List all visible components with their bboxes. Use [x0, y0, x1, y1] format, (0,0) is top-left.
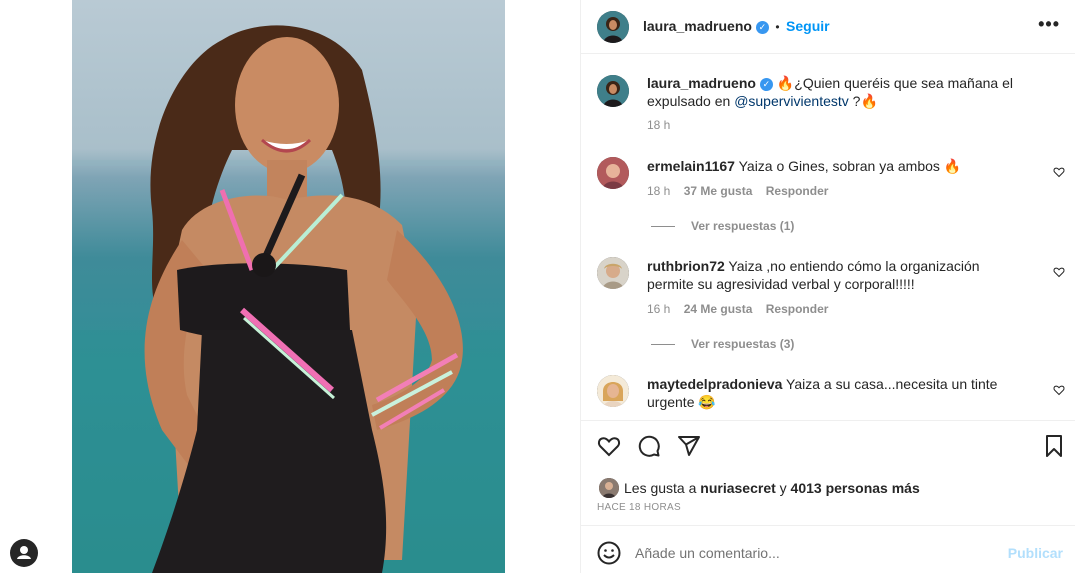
header-separator: • — [775, 20, 780, 34]
view-replies-label: Ver respuestas (3) — [691, 337, 795, 351]
commenter-avatar[interactable] — [597, 157, 629, 189]
likes-summary: Les gusta a nuriasecret y 4013 personas … — [624, 479, 920, 497]
like-comment-icon[interactable] — [1053, 166, 1065, 178]
comment-likes[interactable]: 24 Me gusta — [684, 302, 753, 316]
reply-button[interactable]: Responder — [766, 184, 829, 198]
view-replies-button[interactable]: Ver respuestas (1) — [651, 219, 794, 233]
comment-text: Yaiza o Gines, sobran ya ambos — [738, 158, 940, 174]
comment-input[interactable] — [635, 541, 995, 565]
caption-username[interactable]: laura_madrueno — [647, 75, 756, 91]
view-replies-button[interactable]: Ver respuestas (3) — [651, 337, 794, 351]
mention-link[interactable]: @supervivientestv — [734, 93, 849, 109]
divider — [581, 525, 1075, 526]
reply-button[interactable]: Responder — [766, 302, 829, 316]
posted-ago[interactable]: HACE 18 HORAS — [597, 502, 681, 513]
comment-time: 16 h — [647, 302, 671, 316]
comment-time: 18 h — [647, 184, 671, 198]
author-avatar[interactable] — [597, 11, 629, 43]
caption-tail: ? — [848, 93, 861, 109]
caption-time: 18 h — [647, 118, 671, 132]
view-replies-label: Ver respuestas (1) — [691, 219, 795, 233]
profile-icon[interactable] — [10, 539, 38, 567]
comment-body: maytedelpradonieva Yaiza a su casa...nec… — [647, 375, 1027, 411]
author-username[interactable]: laura_madrueno — [643, 18, 752, 34]
liker-avatar[interactable] — [599, 478, 619, 498]
like-comment-icon[interactable] — [1053, 266, 1065, 278]
comment-emoji: 😂 — [698, 394, 716, 410]
post-image[interactable] — [72, 0, 505, 573]
fire-emoji: 🔥 — [860, 93, 878, 109]
follow-button[interactable]: Seguir — [786, 18, 830, 34]
caption-avatar[interactable] — [597, 75, 629, 107]
replies-line — [651, 344, 675, 346]
post-sidebar: laura_madrueno ✓ • Seguir ••• laura_madru… — [580, 0, 1075, 573]
comment-emoji: 🔥 — [943, 158, 962, 174]
liker-username[interactable]: nuriasecret — [700, 480, 775, 496]
like-comment-icon[interactable] — [1053, 384, 1065, 396]
post-photo-illustration — [72, 25, 505, 573]
heart-icon[interactable] — [597, 434, 621, 458]
emoji-icon[interactable] — [597, 541, 621, 565]
caption: laura_madrueno ✓ 🔥¿Quien queréis que sea … — [647, 74, 1037, 110]
share-icon[interactable] — [677, 434, 701, 458]
more-icon[interactable]: ••• — [1038, 14, 1060, 35]
replies-line — [651, 226, 675, 228]
likes-prefix: Les gusta a — [624, 480, 697, 496]
comment-username[interactable]: ermelain1167 — [647, 158, 735, 174]
comment-meta: 18 h 37 Me gusta Responder — [647, 184, 828, 198]
commenter-avatar[interactable] — [597, 257, 629, 289]
comment-username[interactable]: ruthbrion72 — [647, 258, 725, 274]
divider — [581, 420, 1075, 421]
verified-icon: ✓ — [759, 78, 773, 91]
comment-username[interactable]: maytedelpradonieva — [647, 376, 782, 392]
comment-likes[interactable]: 37 Me gusta — [684, 184, 753, 198]
bookmark-icon[interactable] — [1043, 434, 1065, 458]
publish-button[interactable]: Publicar — [1008, 545, 1063, 561]
comment-icon[interactable] — [637, 434, 661, 458]
post-header: laura_madrueno ✓ • Seguir ••• — [581, 0, 1075, 54]
likes-others[interactable]: 4013 personas más — [791, 480, 920, 496]
likes-joiner: y — [779, 480, 787, 496]
comment-body: ruthbrion72 Yaiza ,no entiendo cómo la o… — [647, 257, 1017, 293]
verified-icon: ✓ — [755, 21, 769, 34]
comment-meta: 16 h 24 Me gusta Responder — [647, 302, 828, 316]
fire-emoji: 🔥 — [776, 75, 795, 91]
commenter-avatar[interactable] — [597, 375, 629, 407]
comment-body: ermelain1167 Yaiza o Gines, sobran ya am… — [647, 157, 1027, 175]
